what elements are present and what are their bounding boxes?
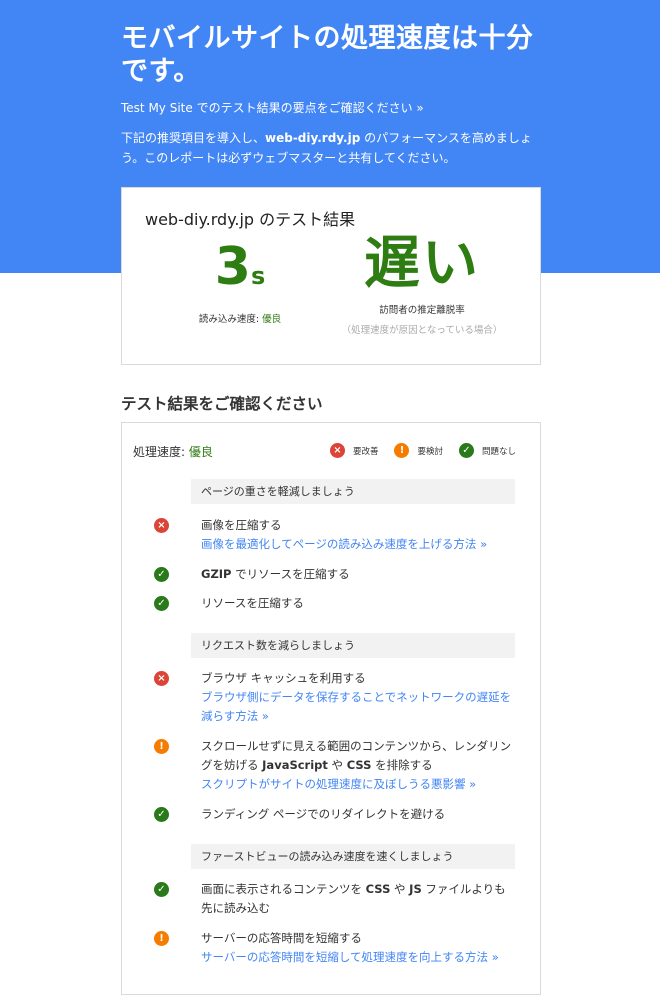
score-card: web-diy.rdy.jp のテスト結果 3s 読み込み速度: 優良 遅い 訪… [121,187,541,365]
hero-content: モバイルサイトの処理速度は十分です。 Test My Site でのテスト結果の… [121,22,541,168]
passed-check-icon: ✓ [154,882,169,897]
result-item-link[interactable]: スクリプトがサイトの処理速度に及ぼしうる悪影響 » [201,775,513,794]
group-header-page-weight: ページの重さを軽減しましょう [191,479,515,504]
consider-fix-icon: ! [394,443,410,458]
result-item-minify-resources: ✓ リソースを圧縮する [154,594,524,613]
consider-fix-icon: ! [154,931,169,946]
speed-label: 読み込み速度: 優良 [180,311,300,325]
group-header-first-view: ファーストビューの読み込み速度を速くしましょう [191,844,515,869]
passed-check-icon: ✓ [154,596,169,611]
result-item-title-part: 画面に表示されるコンテンツを [201,882,366,896]
result-item-server-response: ! サーバーの応答時間を短縮する サーバーの応答時間を短縮して処理速度を向上する… [154,929,524,967]
speed-unit: s [250,262,266,290]
result-item-title-bold: CSS [346,758,372,772]
score-site-heading: web-diy.rdy.jp のテスト結果 [145,210,356,229]
passed-check-icon: ✓ [154,567,169,582]
result-item-title: ランディング ページでのリダイレクトを避ける [201,807,446,821]
result-item-title: サーバーの応答時間を短縮する [201,931,362,945]
legend-needs-fix-label: 要改善 [352,446,379,457]
result-item-title: GZIP でリソースを圧縮する [201,565,513,584]
result-item-link[interactable]: サーバーの応答時間を短縮して処理速度を向上する方法 » [201,948,513,967]
passed-check-icon: ✓ [458,443,474,458]
result-item-avoid-redirects: ✓ ランディング ページでのリダイレクトを避ける [154,805,524,824]
bounce-note: （処理速度が原因となっている場合） [341,325,503,336]
result-item-prioritize-visible: ✓ 画面に表示されるコンテンツを CSS や JS ファイルよりも先に読み込む [154,880,524,918]
bounce-label: 訪問者の推定離脱率 [379,305,465,316]
result-item-title: 画像を圧縮する [201,518,282,532]
result-item-title: ブラウザ キャッシュを利用する [201,671,366,685]
result-item-title-part: や [327,758,347,772]
result-item-browser-cache: × ブラウザ キャッシュを利用する ブラウザ側にデータを保存することでネットワー… [154,669,524,726]
speed-value: 3 [214,237,251,297]
status-legend: × 要改善 ! 要検討 ✓ 問題なし [314,443,516,458]
hero-desc-pre: 下記の推奨項目を導入し、 [121,131,266,145]
legend-needs-fix: × 要改善 [329,443,379,458]
result-item-title-bold: CSS [365,882,391,896]
consider-fix-icon: ! [154,739,169,754]
legend-passed-label: 問題なし [481,446,516,457]
speed-grade: 優良 [262,314,282,325]
result-item-title-part: を排除する [371,758,433,772]
legend-consider-fix: ! 要検討 [394,443,443,458]
page-title: モバイルサイトの処理速度は十分です。 [121,23,534,87]
legend-passed: ✓ 問題なし [458,443,516,458]
result-item-title: スクロールせずに見える範囲のコンテンツから、レンダリングを妨げる JavaScr… [201,737,513,775]
results-speed-grade: 優良 [188,445,213,459]
result-item-link[interactable]: 画像を最適化してページの読み込み速度を上げる方法 » [201,535,513,554]
result-item-gzip: ✓ GZIP でリソースを圧縮する [154,565,524,584]
needs-fix-icon: × [154,671,169,686]
results-speed-label: 処理速度: [133,445,189,459]
speed-value-line: 3s [180,238,300,305]
result-item-title-bold: JS [409,882,422,896]
result-item-title: 画面に表示されるコンテンツを CSS や JS ファイルよりも先に読み込む [201,880,513,918]
speed-label-text: 読み込み速度: [198,314,263,325]
needs-fix-icon: × [329,443,345,458]
needs-fix-icon: × [154,518,169,533]
passed-check-icon: ✓ [154,807,169,822]
group-header-requests: リクエスト数を減らしましょう [191,633,515,658]
hero-link-row: Test My Site でのテスト結果の要点をご確認ください » [121,100,541,116]
result-item-link[interactable]: ブラウザ側にデータを保存することでネットワークの遅延を減らす方法 » [201,688,513,726]
result-item-compress-images: × 画像を圧縮する 画像を最適化してページの読み込み速度を上げる方法 » [154,516,524,554]
test-my-site-link[interactable]: Test My Site でのテスト結果の要点をご確認ください » [121,101,424,115]
results-speed-heading: 処理速度: 優良 [133,443,213,460]
result-item-render-blocking: ! スクロールせずに見える範囲のコンテンツから、レンダリングを妨げる JavaS… [154,737,524,794]
bounce-value: 遅い [364,231,480,296]
bounce-metric: 遅い 訪問者の推定離脱率 （処理速度が原因となっている場合） [332,231,512,337]
result-item-title-bold: GZIP [201,567,232,581]
legend-consider-fix-label: 要検討 [417,446,443,457]
results-panel: 処理速度: 優良 × 要改善 ! 要検討 ✓ 問題なし ページの重さを軽減しまし… [121,422,541,995]
hero-desc-site: web-diy.rdy.jp [265,131,361,145]
result-item-title: リソースを圧縮する [201,596,304,610]
hero-description: 下記の推奨項目を導入し、web-diy.rdy.jp のパフォーマンスを高めまし… [121,128,541,168]
section-title: テスト結果をご確認ください [121,395,323,413]
result-item-title-bold: JavaScript [262,758,328,772]
result-item-title-rest: でリソースを圧縮する [231,567,350,581]
speed-metric: 3s 読み込み速度: 優良 [180,238,300,325]
result-item-title-part: や [390,882,410,896]
